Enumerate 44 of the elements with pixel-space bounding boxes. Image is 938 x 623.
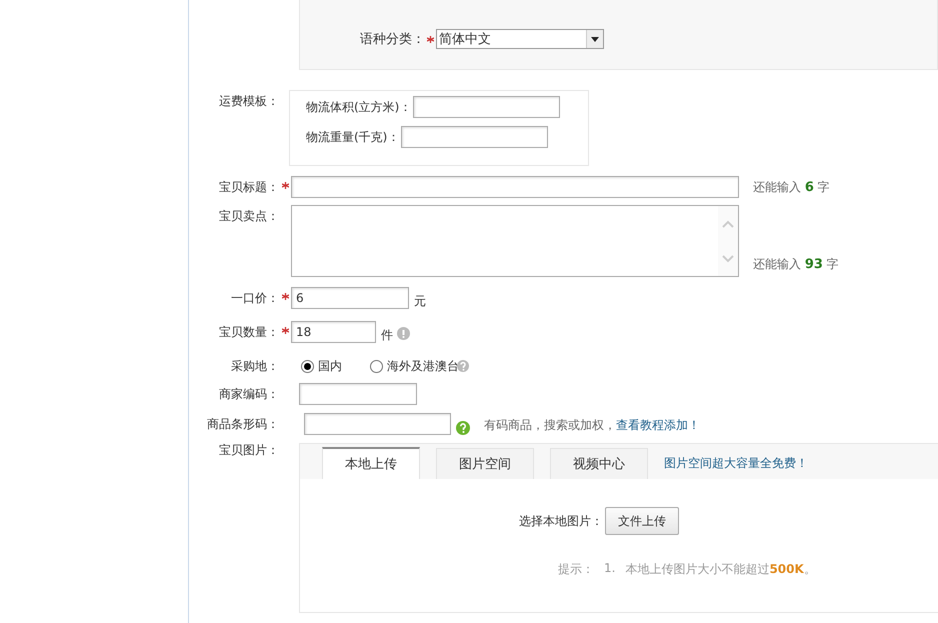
scroll-up-icon[interactable] (722, 220, 734, 228)
tip-text: 本地上传图片大小不能超过500K。 (625, 561, 816, 578)
upload-tab[interactable]: 视频中心 (550, 448, 648, 479)
info-icon (397, 327, 410, 340)
language-select[interactable]: 简体中文 (436, 29, 604, 49)
volume-input[interactable] (413, 96, 560, 118)
char-counter: 还能输入 93 字 (753, 256, 839, 274)
tip-label: 提示： (558, 561, 594, 578)
price-input[interactable]: 6 (291, 287, 409, 309)
unit-label: 件 (381, 327, 393, 344)
field-label: 运费模板： (218, 93, 279, 110)
field-label: 物流重量(千克)： (306, 128, 400, 146)
dropdown-arrow-icon (591, 36, 599, 42)
field-label: 宝贝卖点： (218, 208, 279, 225)
field-label: 一口价： (230, 290, 279, 307)
field-label: 宝贝数量： (218, 324, 279, 341)
field-label: 宝贝图片： (218, 442, 279, 459)
field-label: 商品条形码： (206, 416, 279, 433)
quantity-input[interactable]: 18 (291, 321, 376, 343)
scroll-down-icon[interactable] (722, 254, 734, 262)
weight-input[interactable] (401, 126, 548, 148)
help-icon (457, 360, 469, 372)
field-label: 语种分类： (360, 31, 425, 48)
selling-point-textarea[interactable] (291, 205, 739, 277)
barcode-input[interactable] (304, 413, 451, 435)
tutorial-link[interactable]: 查看教程添加！ (616, 418, 700, 432)
field-label: 商家编码： (218, 386, 279, 403)
merchant-code-input[interactable] (299, 383, 417, 405)
location-radio[interactable]: 海外及港澳台 (370, 355, 459, 377)
location-radio[interactable]: 国内 (301, 355, 342, 377)
promo-link[interactable]: 图片空间超大容量全免费！ (664, 448, 808, 479)
file-upload-button[interactable]: 文件上传 (605, 507, 679, 535)
upload-tab[interactable]: 图片空间 (436, 448, 534, 479)
field-label: 采购地： (230, 358, 279, 375)
title-input[interactable] (291, 176, 739, 198)
barcode-hint: 有码商品，搜索或加权，查看教程添加！ (484, 417, 700, 434)
upload-tab[interactable]: 本地上传 (322, 447, 420, 479)
field-label: 选择本地图片： (519, 512, 603, 530)
field-label: 宝贝标题： (218, 179, 279, 196)
char-counter: 还能输入 6 字 (753, 179, 830, 197)
help-icon (456, 421, 470, 435)
unit-label: 元 (414, 293, 426, 310)
field-label: 物流体积(立方米)： (306, 98, 412, 116)
tip-number: 1. (604, 561, 616, 577)
